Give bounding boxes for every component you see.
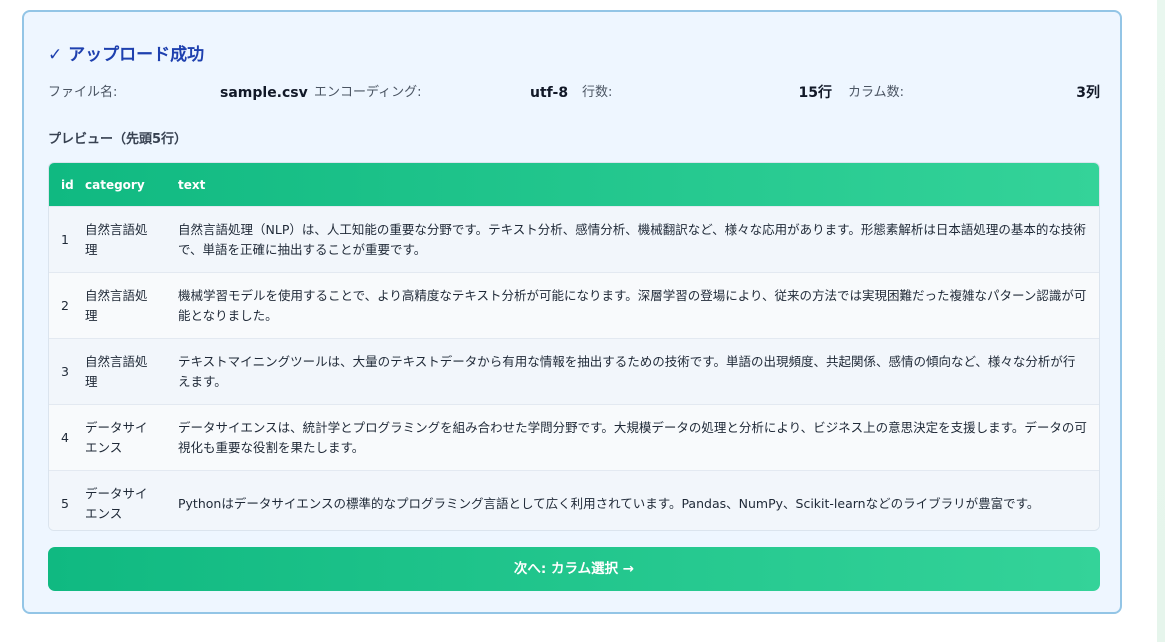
cell-text: データサイエンスは、統計学とプログラミングを組み合わせた学問分野です。大規模デー… — [166, 404, 1099, 471]
table-row: 5 データサイエンス Pythonはデータサイエンスの標準的なプログラミング言語… — [49, 470, 1099, 530]
upload-result-card: ✓ アップロード成功 ファイル名: sample.csv エンコーディング: u… — [22, 10, 1122, 614]
encoding-label: エンコーディング: — [314, 85, 422, 100]
column-count-value: 3列 — [1076, 85, 1100, 101]
preview-title: プレビュー（先頭5行） — [48, 132, 188, 147]
next-column-select-button[interactable]: 次へ: カラム選択 → — [48, 547, 1100, 591]
file-info-row: ファイル名: sample.csv エンコーディング: utf-8 行数: 15… — [24, 82, 1120, 104]
cell-category: データサイエンス — [73, 404, 166, 471]
column-header-id: id — [61, 177, 74, 192]
cell-id: 5 — [49, 470, 73, 530]
preview-table: id category text 1 自然言語処理 自然言語処理（NLP）は、人… — [49, 163, 1099, 530]
cell-category: データサイエンス — [73, 470, 166, 530]
table-row: 4 データサイエンス データサイエンスは、統計学とプログラミングを組み合わせた学… — [49, 404, 1099, 471]
table-row: 2 自然言語処理 機械学習モデルを使用することで、より高精度なテキスト分析が可能… — [49, 272, 1099, 339]
cell-text: テキストマイニングツールは、大量のテキストデータから有用な情報を抽出するための技… — [166, 338, 1099, 405]
cell-category: 自然言語処理 — [73, 206, 166, 273]
preview-table-container: id category text 1 自然言語処理 自然言語処理（NLP）は、人… — [48, 162, 1100, 531]
column-header-category: category — [85, 177, 145, 192]
file-name-value: sample.csv — [220, 85, 308, 101]
cell-category: 自然言語処理 — [73, 338, 166, 405]
file-name-label: ファイル名: — [48, 85, 118, 100]
cell-id: 2 — [49, 272, 73, 339]
encoding-value: utf-8 — [530, 85, 569, 101]
cell-text: 機械学習モデルを使用することで、より高精度なテキスト分析が可能になります。深層学… — [166, 272, 1099, 339]
upload-success-title: ✓ アップロード成功 — [48, 45, 205, 65]
table-row: 1 自然言語処理 自然言語処理（NLP）は、人工知能の重要な分野です。テキスト分… — [49, 206, 1099, 273]
column-header-text: text — [178, 177, 206, 192]
table-row: 3 自然言語処理 テキストマイニングツールは、大量のテキストデータから有用な情報… — [49, 338, 1099, 405]
column-count-label: カラム数: — [848, 85, 904, 100]
cell-id: 4 — [49, 404, 73, 471]
cell-category: 自然言語処理 — [73, 272, 166, 339]
row-count-value: 15行 — [798, 85, 832, 101]
cell-text: Pythonはデータサイエンスの標準的なプログラミング言語として広く利用されてい… — [166, 470, 1099, 530]
row-count-label: 行数: — [582, 85, 613, 100]
cell-text: 自然言語処理（NLP）は、人工知能の重要な分野です。テキスト分析、感情分析、機械… — [166, 206, 1099, 273]
cell-id: 1 — [49, 206, 73, 273]
table-header-row: id category text — [49, 163, 1099, 207]
side-strip — [1157, 0, 1165, 642]
cell-id: 3 — [49, 338, 73, 405]
